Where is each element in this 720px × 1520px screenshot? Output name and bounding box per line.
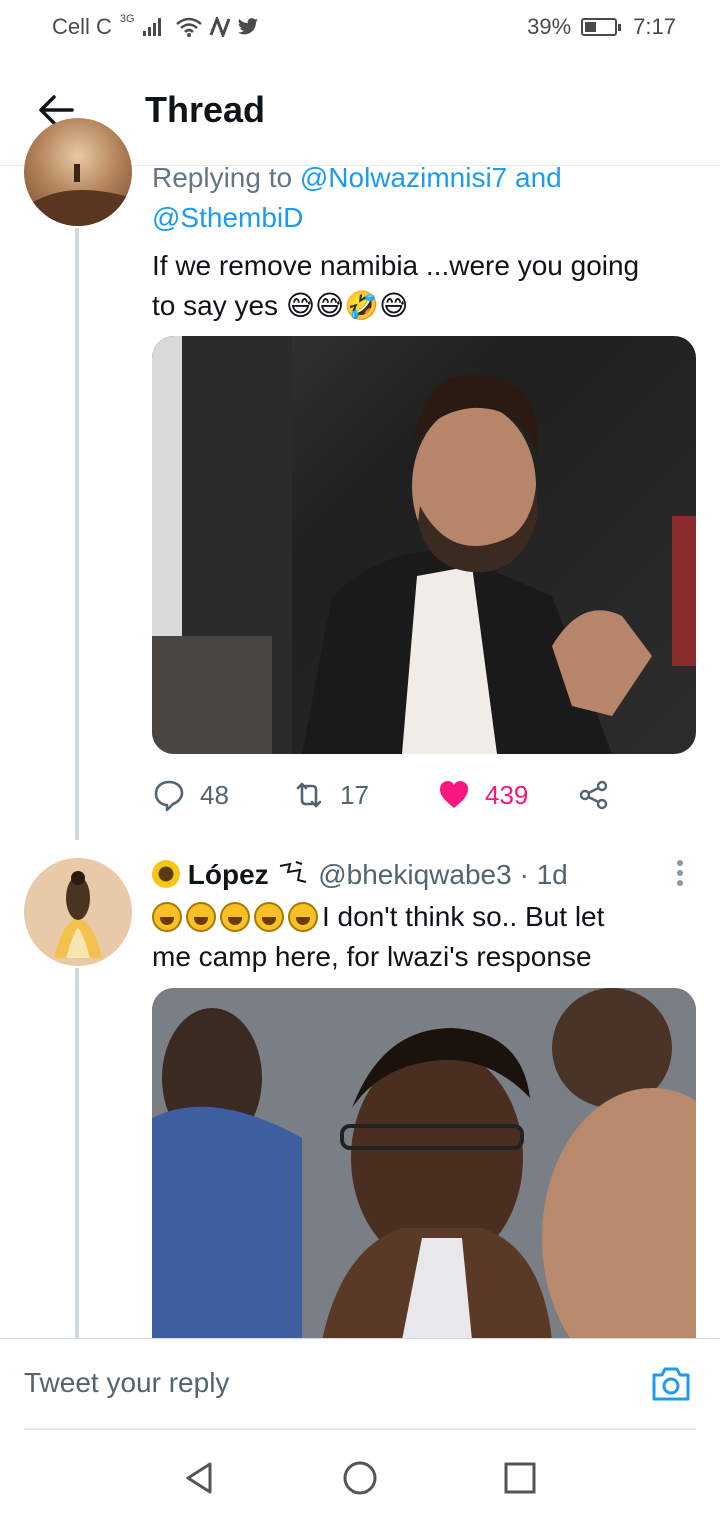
wifi-icon — [175, 17, 202, 37]
photo-placeholder — [152, 336, 696, 754]
network-type: 3G — [119, 13, 135, 25]
share-action[interactable] — [577, 778, 611, 812]
heart-icon — [440, 781, 468, 808]
thread-line — [75, 968, 79, 1340]
share-icon — [579, 780, 608, 810]
status-bar: Cell C 3G 39% 7:17 — [0, 0, 720, 56]
emoji-laugh-icon — [288, 902, 318, 932]
tweet-text: If we remove namibia ...were you going t… — [152, 246, 700, 326]
like-action[interactable]: 439 — [437, 778, 577, 812]
replying-label: Replying to — [152, 162, 293, 193]
separator: · — [519, 859, 529, 890]
reply-action[interactable]: 48 — [152, 778, 292, 812]
handle[interactable]: @bhekiqwabe3 — [318, 859, 511, 890]
tweet-text-line: If we remove namibia ...were you going — [152, 250, 640, 281]
tweet-text: I don't think so.. But let me camp here,… — [152, 897, 700, 977]
reply-composer: Tweet your reply — [0, 1338, 720, 1430]
nav-home-icon[interactable] — [342, 1460, 378, 1496]
avatar-art-icon — [54, 871, 102, 958]
tweet-text-line: to say yes — [152, 290, 279, 321]
twitter-bird-icon — [237, 18, 258, 35]
tweet-media-image[interactable] — [152, 336, 696, 754]
sunflower-icon — [152, 860, 180, 888]
mention-link[interactable]: @SthembiD — [152, 202, 303, 233]
signal-icon — [142, 18, 161, 36]
timestamp: 1d — [536, 859, 568, 890]
battery-percent: 39% — [527, 14, 572, 39]
like-count: 439 — [485, 779, 529, 810]
avatar[interactable] — [24, 858, 132, 966]
battery-fill — [585, 22, 597, 32]
retweet-action[interactable]: 17 — [292, 778, 437, 812]
tweet-text-line: I don't think so.. But let — [322, 901, 605, 932]
emoji-laugh-icon — [186, 902, 216, 932]
emoji-laugh-icon — [220, 902, 250, 932]
retweet-count: 17 — [340, 779, 369, 810]
mention-link[interactable]: @Nolwazimnisi7 — [300, 162, 507, 193]
nfc-icon — [209, 17, 230, 37]
photo-placeholder — [152, 988, 696, 1340]
emoji-laugh-icon — [254, 902, 284, 932]
avatar-figure-icon — [24, 164, 132, 226]
reply-icon — [154, 780, 184, 812]
avatar[interactable] — [24, 118, 132, 226]
tweet-actions: 48 17 439 — [152, 770, 622, 820]
reply-count: 48 — [200, 779, 229, 810]
tweet-header: López @bhekiqwabe3 · 1d — [152, 855, 568, 895]
page-title: Thread — [145, 89, 266, 130]
system-nav-bar — [0, 1430, 720, 1520]
clock: 7:17 — [633, 14, 676, 39]
camera-icon[interactable] — [650, 1363, 692, 1405]
thread-line — [75, 228, 79, 840]
tweet-media-image[interactable] — [152, 988, 696, 1340]
nav-recents-icon[interactable] — [502, 1460, 538, 1496]
reply-input[interactable]: Tweet your reply — [24, 1367, 229, 1399]
carrier-label: Cell C — [52, 14, 112, 39]
nav-back-icon[interactable] — [182, 1460, 218, 1496]
emoji-trail: 😅😅🤣😅 — [285, 290, 409, 321]
tweet-text-line: me camp here, for lwazi's response — [152, 941, 592, 972]
and-label: and — [515, 162, 562, 193]
emoji-laugh-icon — [152, 902, 182, 932]
retweet-icon — [296, 782, 322, 808]
display-name[interactable]: López — [188, 859, 269, 890]
battery-icon — [581, 18, 622, 36]
replying-to: Replying to @Nolwazimnisi7 and @SthembiD — [152, 158, 692, 238]
more-options-icon[interactable] — [672, 858, 688, 888]
figure-glyph-icon — [280, 861, 307, 883]
